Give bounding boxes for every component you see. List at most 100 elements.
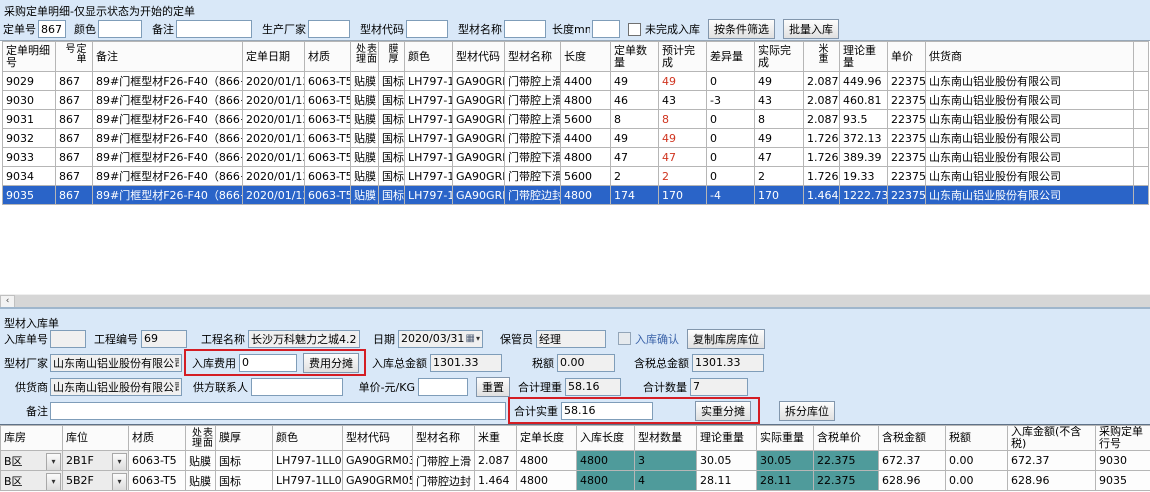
cell: 2020/01/13	[243, 148, 305, 167]
cell: 门带腔上滑	[505, 110, 561, 129]
date-dropdown-icon[interactable]: ▾	[476, 334, 480, 343]
cell: 门带腔上滑	[505, 91, 561, 110]
column-header[interactable]: 米重	[804, 42, 840, 72]
column-header[interactable]: 税额	[946, 426, 1008, 451]
table-row[interactable]: 903486789#门框型材F26-F40（866+867）2020/01/13…	[3, 167, 1149, 186]
total-qty-input[interactable]	[690, 378, 748, 396]
column-header[interactable]: 供货商	[926, 42, 1134, 72]
manufacturer-input[interactable]	[308, 20, 350, 38]
inbound-total-input[interactable]	[430, 354, 502, 372]
cell: 867	[56, 110, 93, 129]
unit-price-input[interactable]	[418, 378, 468, 396]
column-header[interactable]: 材质	[305, 42, 351, 72]
column-header[interactable]: 实际重量	[757, 426, 814, 451]
column-header[interactable]: 实际完成	[755, 42, 804, 72]
factory-input[interactable]	[50, 354, 182, 372]
remark-input[interactable]	[176, 20, 252, 38]
column-header[interactable]: 定单日期	[243, 42, 305, 72]
column-header[interactable]: 型材数量	[635, 426, 697, 451]
profile-code-input[interactable]	[406, 20, 448, 38]
column-header[interactable]: 含税单价	[814, 426, 879, 451]
column-header[interactable]: 定单明细号	[3, 42, 56, 72]
copy-warehouse-location-button[interactable]: 复制库房库位	[687, 329, 765, 349]
column-header[interactable]: 定单号	[56, 42, 93, 72]
keeper-input[interactable]	[536, 330, 606, 348]
column-header[interactable]: 型材名称	[413, 426, 475, 451]
cell: 1222.73	[840, 186, 888, 205]
cell: GA90GRM04	[453, 167, 505, 186]
order-no-input[interactable]	[38, 20, 66, 38]
column-header[interactable]: 库位	[63, 426, 129, 451]
cell: 389.39	[840, 148, 888, 167]
cell: 9035	[3, 186, 56, 205]
total-actual-weight-input[interactable]	[561, 402, 653, 420]
column-header[interactable]: 膜厚	[379, 42, 405, 72]
column-header[interactable]: 采购定单行号	[1096, 426, 1150, 451]
table-row[interactable]: 902986789#门框型材F26-F40（866+867）2020/01/13…	[3, 72, 1149, 91]
project-name-input[interactable]	[248, 330, 360, 348]
column-header[interactable]: 单价	[888, 42, 926, 72]
column-header[interactable]: 含税金额	[879, 426, 946, 451]
column-header[interactable]: 表面处理	[351, 42, 379, 72]
table-row[interactable]: 903286789#门框型材F26-F40（866+867）2020/01/13…	[3, 129, 1149, 148]
cell: 国标	[379, 186, 405, 205]
tax-input[interactable]	[557, 354, 615, 372]
column-header[interactable]: 米重	[475, 426, 517, 451]
column-header[interactable]	[1134, 42, 1149, 72]
column-header[interactable]: 库房	[1, 426, 63, 451]
table-row[interactable]: 903086789#门框型材F26-F40（866+867）2020/01/13…	[3, 91, 1149, 110]
cell: 460.81	[840, 91, 888, 110]
table-row[interactable]: 903386789#门框型材F26-F40（866+867）2020/01/13…	[3, 148, 1149, 167]
column-header[interactable]: 颜色	[273, 426, 343, 451]
column-header[interactable]: 备注	[93, 42, 243, 72]
calendar-icon[interactable]: ▦	[466, 334, 475, 344]
column-header[interactable]: 理论重量	[697, 426, 757, 451]
table-row[interactable]: 903586789#门框型材F26-F40（866+867）2020/01/13…	[3, 186, 1149, 205]
cell: 9034	[3, 167, 56, 186]
column-header[interactable]: 表面处理	[186, 426, 216, 451]
column-header[interactable]: 预计完成	[659, 42, 707, 72]
date-picker[interactable]: 2020/03/31 ▦ ▾	[398, 330, 483, 348]
column-header[interactable]: 入库长度	[577, 426, 635, 451]
profile-name-input[interactable]	[504, 20, 546, 38]
column-header[interactable]: 材质	[129, 426, 186, 451]
inbound-confirm-checkbox[interactable]	[618, 332, 631, 345]
inbound-no-input[interactable]	[50, 330, 86, 348]
column-header[interactable]: 型材名称	[505, 42, 561, 72]
column-header[interactable]: 型材代码	[343, 426, 413, 451]
cell: 867	[56, 72, 93, 91]
column-header[interactable]: 理论重量	[840, 42, 888, 72]
total-theory-weight-input[interactable]	[565, 378, 621, 396]
actual-weight-share-button[interactable]: 实重分摊	[695, 401, 751, 421]
column-header[interactable]: 定单数量	[611, 42, 659, 72]
inbound-remark-input[interactable]	[50, 402, 506, 420]
tax-total-input[interactable]	[692, 354, 764, 372]
reset-button[interactable]: 重置	[476, 377, 510, 397]
column-header[interactable]: 型材代码	[453, 42, 505, 72]
supplier-contact-input[interactable]	[251, 378, 343, 396]
column-header[interactable]: 定单长度	[517, 426, 577, 451]
column-header[interactable]: 入库金额(不含税)	[1008, 426, 1096, 451]
split-location-button[interactable]: 拆分库位	[779, 401, 835, 421]
inbound-table-header-row: 库房库位材质表面处理膜厚颜色型材代码型材名称米重定单长度入库长度型材数量理论重量…	[1, 426, 1150, 451]
column-header[interactable]: 差异量	[707, 42, 755, 72]
inbound-fee-input[interactable]	[239, 354, 297, 372]
color-input[interactable]	[98, 20, 142, 38]
supplier-input[interactable]	[50, 378, 182, 396]
project-no-input[interactable]	[141, 330, 187, 348]
column-header[interactable]: 长度	[561, 42, 611, 72]
column-header[interactable]: 膜厚	[216, 426, 273, 451]
project-no-label: 工程编号	[92, 331, 138, 347]
table-row[interactable]: B区2B1F6063-T5贴膜国标LH797-1LL0GA90GRM03门带腔上…	[1, 451, 1150, 471]
inbound-form-row-3: 供货商 供方联系人 单价-元/KG 重置 合计理重 合计数量	[2, 377, 748, 396]
table-row[interactable]: B区5B2F6063-T5贴膜国标LH797-1LL0GA90GRM05门带腔边…	[1, 471, 1150, 491]
unfinished-checkbox[interactable]	[628, 23, 641, 36]
table-row[interactable]: 903186789#门框型材F26-F40（866+867）2020/01/13…	[3, 110, 1149, 129]
cell: 28.11	[697, 471, 757, 491]
filter-by-condition-button[interactable]: 按条件筛选	[708, 19, 775, 39]
length-input[interactable]	[592, 20, 620, 38]
column-header[interactable]: 颜色	[405, 42, 453, 72]
fee-share-button[interactable]: 费用分摊	[303, 353, 359, 373]
batch-inbound-button[interactable]: 批量入库	[783, 19, 839, 39]
horizontal-scrollbar[interactable]: ‹	[0, 294, 1150, 307]
